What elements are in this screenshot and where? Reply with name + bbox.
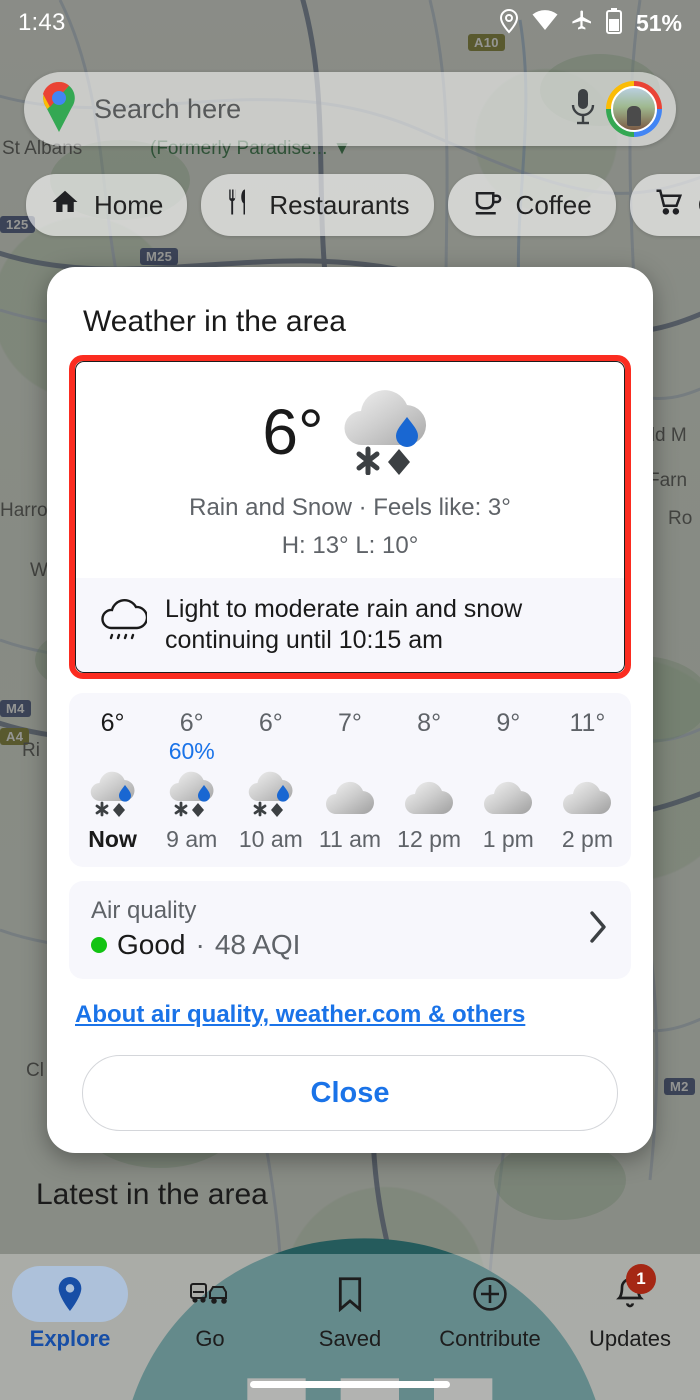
rain-cloud-icon [97, 599, 149, 650]
current-condition: Rain and Snow · Feels like: 3° [189, 494, 511, 521]
chip-label: Restaurants [269, 189, 410, 220]
search-input[interactable]: Search here [94, 94, 568, 125]
avatar[interactable] [606, 81, 662, 137]
rain-and-snow-icon [85, 768, 141, 820]
nav-item-label: Go [195, 1326, 225, 1351]
air-quality-text: Air quality Good · 48 AQI [91, 897, 587, 961]
hourly-forecast-item[interactable]: 6°0% Now [73, 709, 152, 853]
about-air-quality-link[interactable]: About air quality, weather.com & others [69, 979, 631, 1029]
current-weather-card[interactable]: 6° Rain and Snow · Feels like: 3° H: 13°… [69, 355, 631, 679]
weather-alert-row: Light to moderate rain and snow continui… [75, 578, 625, 673]
hour-label: 1 pm [482, 826, 534, 852]
hour-label: 11 am [318, 826, 382, 852]
nav-item-label: Explore [29, 1326, 111, 1351]
hourly-forecast-item[interactable]: 7°0% 11 am [310, 709, 389, 853]
hour-temperature: 8° [417, 709, 442, 737]
bookmark-icon [292, 1266, 408, 1322]
chip-g[interactable]: G [629, 174, 700, 236]
air-quality-title: Air quality [91, 897, 197, 924]
nav-item-updates[interactable]: Updates 1 [560, 1264, 700, 1352]
chip-coffee[interactable]: Coffee [447, 174, 616, 236]
wifi-icon [532, 9, 558, 37]
category-chip-row[interactable]: Home Restaurants Coffee G [26, 174, 700, 236]
home-icon [50, 187, 80, 224]
microphone-icon[interactable] [568, 86, 598, 133]
phone-screen: A10125M25M4A4M2 St Albans(Formerly Parad… [0, 0, 700, 1400]
hour-label: 12 pm [397, 826, 462, 852]
nav-item-saved[interactable]: Saved [280, 1266, 420, 1352]
chip-label: Home [94, 189, 164, 220]
chip-home[interactable]: Home [26, 174, 188, 236]
cloudy-icon [401, 768, 457, 820]
hour-temperature: 6° [179, 709, 204, 737]
hourly-forecast-item[interactable]: 6°0% 10 am [231, 709, 310, 853]
battery-icon [605, 7, 622, 39]
current-temperature: 6° [262, 395, 324, 468]
map-pin-icon [12, 1266, 128, 1322]
restaurant-icon [225, 187, 255, 224]
airplane-mode-icon [570, 9, 594, 38]
close-button[interactable]: Close [82, 1055, 618, 1131]
plus-circle-icon [432, 1266, 548, 1322]
air-quality-value-row: Good · 48 AQI [91, 929, 587, 961]
hour-temperature: 6° [258, 709, 283, 737]
weather-dialog: Weather in the area 6° Rain and Snow · F… [47, 267, 653, 1153]
hour-temperature: 11° [569, 709, 606, 737]
cloudy-icon [322, 768, 378, 820]
rain-and-snow-icon [332, 383, 438, 480]
coffee-cup-icon [472, 187, 502, 224]
chip-restaurants[interactable]: Restaurants [201, 174, 434, 236]
hour-label: Now [88, 826, 137, 852]
weather-alert-text: Light to moderate rain and snow continui… [165, 595, 523, 654]
nav-item-contribute[interactable]: Contribute [420, 1266, 560, 1352]
hour-label: 10 am [238, 826, 303, 852]
air-quality-row[interactable]: Air quality Good · 48 AQI [69, 881, 631, 979]
hour-precip-chance: 60% [168, 738, 215, 764]
battery-percent: 51% [635, 9, 682, 36]
home-indicator [250, 1381, 450, 1388]
nav-item-go[interactable]: Go [140, 1266, 280, 1352]
current-high-low: H: 13° L: 10° [281, 532, 419, 559]
hourly-forecast-item[interactable]: 9°0% 1 pm [469, 709, 548, 853]
bottom-navigation[interactable]: Explore Go Saved Contribute Updates 1 [0, 1254, 700, 1400]
air-quality-separator: · [195, 929, 205, 960]
rain-and-snow-icon [164, 768, 220, 820]
status-time: 1:43 [18, 9, 66, 36]
hour-temperature: 6° [100, 709, 125, 737]
air-quality-status: Good [117, 929, 186, 960]
rain-and-snow-icon [243, 768, 299, 820]
chip-label: Coffee [515, 189, 592, 220]
nav-item-label: Contribute [439, 1326, 541, 1351]
google-maps-pin-icon [38, 80, 80, 139]
air-quality-status-dot [91, 937, 107, 953]
nav-badge: 1 [626, 1264, 656, 1294]
search-bar[interactable]: Search here [24, 72, 676, 146]
chevron-right-icon[interactable] [587, 909, 609, 950]
hour-temperature: 7° [338, 709, 362, 737]
shopping-cart-icon [654, 187, 684, 224]
dialog-title: Weather in the area [83, 305, 346, 338]
hourly-forecast-item[interactable]: 11°0% 2 pm [548, 709, 627, 853]
nav-item-explore[interactable]: Explore [0, 1266, 140, 1352]
cloudy-icon [559, 768, 615, 820]
current-weather-main: 6° [75, 361, 625, 488]
hourly-forecast-item[interactable]: 8°0% 12 pm [390, 709, 469, 853]
hour-label: 9 am [166, 826, 218, 852]
status-icons: 51% [498, 7, 682, 39]
cloudy-icon [480, 768, 536, 820]
air-quality-index: 48 AQI [214, 929, 301, 960]
hour-temperature: 9° [496, 709, 521, 737]
latest-in-the-area-heading: Latest in the area [36, 1178, 268, 1211]
location-pin-icon [498, 8, 520, 39]
commute-icon [152, 1266, 268, 1322]
hour-label: 2 pm [561, 826, 613, 852]
hourly-forecast-strip[interactable]: 6°0% Now6°60% 9 am6°0% 10 am7°0% 11 am8°… [69, 693, 631, 867]
hourly-forecast-item[interactable]: 6° 60% 9 am [152, 709, 231, 853]
status-bar: 1:43 51% [0, 0, 700, 46]
nav-item-label: Saved [318, 1326, 382, 1351]
nav-item-label: Updates [589, 1326, 671, 1351]
